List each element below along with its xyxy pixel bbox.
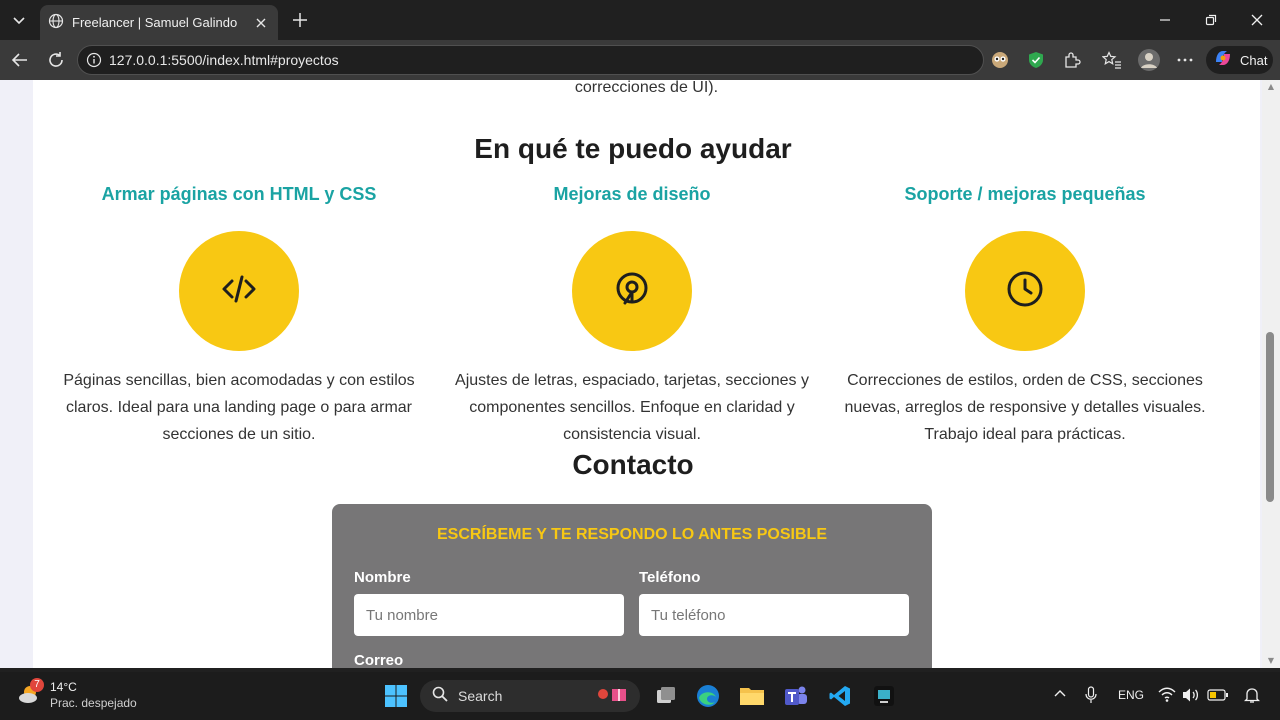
weather-badge: 7 <box>30 678 44 692</box>
service-description: Correcciones de estilos, orden de CSS, s… <box>844 372 1206 443</box>
windows-start-icon[interactable] <box>380 680 412 712</box>
services-heading: En qué te puedo ayudar <box>474 133 792 164</box>
tab-strip: Freelancer | Samuel Galindo <box>0 0 1280 40</box>
weather-cloud-icon: 7 <box>16 678 44 708</box>
taskbar-search[interactable]: Search <box>420 680 640 712</box>
name-input[interactable] <box>354 594 624 636</box>
service-icon-circle <box>572 231 692 351</box>
previous-section-text: correcciones de UI). <box>574 80 719 96</box>
profile-avatar[interactable] <box>1136 47 1162 73</box>
battery-icon[interactable] <box>1207 688 1229 705</box>
scrollbar-thumb[interactable] <box>1266 332 1274 502</box>
phone-input[interactable] <box>639 594 909 636</box>
page-viewport: correcciones de UI). En qué te puedo ayu… <box>0 80 1280 668</box>
minimize-icon[interactable] <box>1142 0 1188 40</box>
code-icon <box>219 269 259 313</box>
service-icon-circle <box>965 231 1085 351</box>
form-title: ESCRÍBEME Y TE RESPONDO LO ANTES POSIBLE <box>437 526 827 543</box>
extensions-puzzle-icon[interactable] <box>1060 48 1084 72</box>
show-hidden-icons-chevron-icon[interactable] <box>1054 688 1066 703</box>
teams-icon[interactable] <box>780 680 812 712</box>
shield-extension-icon[interactable] <box>1024 48 1048 72</box>
file-explorer-icon[interactable] <box>736 680 768 712</box>
service-description: Ajustes de letras, espaciado, tarjetas, … <box>455 372 809 443</box>
restore-icon[interactable] <box>1188 0 1234 40</box>
task-view-icon[interactable] <box>650 680 682 712</box>
phone-label: Teléfono <box>639 569 701 586</box>
terminal-app-icon[interactable] <box>868 680 900 712</box>
service-card: Soporte / mejoras pequeñas Correcciones … <box>835 184 1215 448</box>
search-highlight-gift-icon <box>596 684 630 708</box>
language-indicator[interactable]: ENG <box>1118 688 1144 702</box>
chat-label: Chat <box>1240 52 1268 68</box>
contact-form: ESCRÍBEME Y TE RESPONDO LO ANTES POSIBLE… <box>332 504 932 668</box>
favorites-list-icon[interactable] <box>1100 48 1124 72</box>
copilot-icon <box>1212 47 1234 73</box>
tab-title: Freelancer | Samuel Galindo <box>72 15 238 30</box>
weather-condition: Prac. despejado <box>50 696 137 710</box>
vscode-icon[interactable] <box>824 680 856 712</box>
browser-tab[interactable]: Freelancer | Samuel Galindo <box>40 5 278 40</box>
volume-icon[interactable] <box>1182 687 1200 706</box>
service-title: Armar páginas con HTML y CSS <box>101 184 377 204</box>
notification-bell-icon[interactable] <box>1243 686 1261 707</box>
scroll-down-icon[interactable]: ▼ <box>1266 656 1276 666</box>
search-icon <box>432 686 448 706</box>
globe-icon <box>48 13 64 33</box>
page-scrollbar[interactable]: ▲ ▼ <box>1262 80 1280 668</box>
close-window-icon[interactable] <box>1234 0 1280 40</box>
name-label: Nombre <box>354 569 411 586</box>
location-pin-icon <box>612 269 652 313</box>
service-title: Mejoras de diseño <box>553 184 711 204</box>
address-bar[interactable]: 127.0.0.1:5500/index.html#proyectos <box>77 45 984 75</box>
service-card: Armar páginas con HTML y CSS Páginas sen… <box>49 184 429 448</box>
clock-icon <box>1005 269 1045 313</box>
contact-heading: Contacto <box>572 449 694 480</box>
wifi-icon[interactable] <box>1158 687 1176 706</box>
url-text: 127.0.0.1:5500/index.html#proyectos <box>109 52 339 68</box>
copilot-chat-button[interactable]: Chat <box>1206 46 1273 74</box>
weather-temperature: 14°C <box>50 680 77 694</box>
service-description: Páginas sencillas, bien acomodadas y con… <box>63 372 415 443</box>
service-title: Soporte / mejoras pequeñas <box>904 184 1146 204</box>
search-label: Search <box>458 688 503 704</box>
weather-widget[interactable]: 7 14°C Prac. despejado <box>16 678 137 710</box>
microphone-icon[interactable] <box>1085 686 1097 707</box>
tab-close-icon[interactable] <box>250 12 272 34</box>
tab-actions-chevron-icon[interactable] <box>6 8 32 32</box>
email-label: Correo <box>354 652 404 668</box>
new-tab-plus-icon[interactable] <box>288 8 312 32</box>
site-info-icon[interactable] <box>86 52 102 72</box>
taskbar: 7 14°C Prac. despejado Search ENG <box>0 672 1280 720</box>
extension-owl-icon[interactable] <box>988 48 1012 72</box>
back-arrow-icon[interactable] <box>8 48 32 72</box>
scroll-up-icon[interactable]: ▲ <box>1266 82 1276 92</box>
window-controls <box>1142 0 1280 40</box>
edge-browser-icon[interactable] <box>692 680 724 712</box>
service-card: Mejoras de diseño Ajustes de letras, esp… <box>442 184 822 448</box>
page-content: correcciones de UI). En qué te puedo ayu… <box>33 80 1260 668</box>
more-options-icon[interactable] <box>1173 48 1197 72</box>
refresh-icon[interactable] <box>44 48 68 72</box>
service-icon-circle <box>179 231 299 351</box>
